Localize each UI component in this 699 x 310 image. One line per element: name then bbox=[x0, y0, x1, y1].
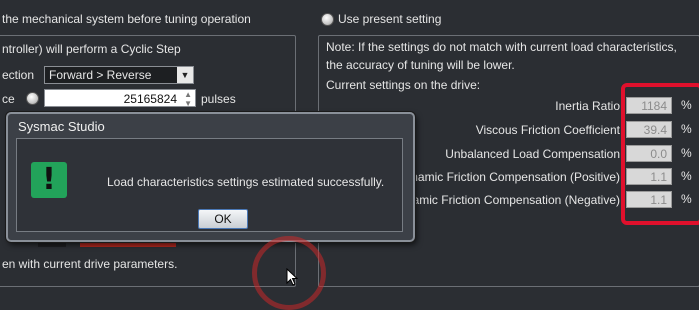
current-settings-label: Current settings on the drive: bbox=[326, 78, 481, 92]
chevron-down-icon[interactable]: ▼ bbox=[177, 67, 193, 83]
spinner-icon[interactable]: ▲ ▼ bbox=[184, 90, 192, 108]
exclamation-icon: ! bbox=[31, 162, 67, 198]
direction-value: Forward > Reverse bbox=[49, 68, 152, 82]
cyclic-step-text: ntroller) will perform a Cyclic Step bbox=[2, 42, 181, 56]
ok-button[interactable]: OK bbox=[198, 209, 248, 229]
dialog-message: Load characteristics settings estimated … bbox=[107, 175, 385, 189]
param-label: namic Friction Compensation (Positive) bbox=[411, 170, 620, 184]
distance-label: ce bbox=[2, 92, 15, 106]
note-text-2: the accuracy of tuning will be lower. bbox=[326, 58, 515, 72]
highlight-frame bbox=[621, 83, 699, 225]
distance-value: 25165824 bbox=[123, 92, 177, 106]
sysmac-studio-dialog: Sysmac Studio ! Load characteristics set… bbox=[6, 112, 415, 242]
distance-input[interactable]: 25165824 ▲ ▼ bbox=[44, 89, 196, 108]
use-present-setting-radio[interactable] bbox=[321, 13, 334, 26]
dialog-title: Sysmac Studio bbox=[18, 119, 105, 134]
param-label: Viscous Friction Coefficient bbox=[475, 123, 620, 137]
section-heading: the mechanical system before tuning oper… bbox=[2, 12, 251, 26]
direction-select[interactable]: Forward > Reverse ▼ bbox=[44, 66, 194, 84]
dialog-body: ! Load characteristics settings estimate… bbox=[16, 138, 403, 232]
drive-parameters-text: en with current drive parameters. bbox=[2, 257, 178, 271]
note-text: Note: If the settings do not match with … bbox=[326, 40, 677, 54]
param-label: Unbalanced Load Compensation bbox=[445, 147, 620, 161]
distance-unit: pulses bbox=[201, 92, 236, 106]
distance-radio[interactable] bbox=[26, 92, 39, 105]
direction-label: ection bbox=[2, 68, 35, 82]
use-present-setting-label: Use present setting bbox=[338, 12, 442, 26]
param-label: Inertia Ratio bbox=[555, 99, 620, 113]
mouse-cursor-icon bbox=[286, 268, 298, 286]
param-label: amic Friction Compensation (Negative) bbox=[412, 193, 620, 207]
